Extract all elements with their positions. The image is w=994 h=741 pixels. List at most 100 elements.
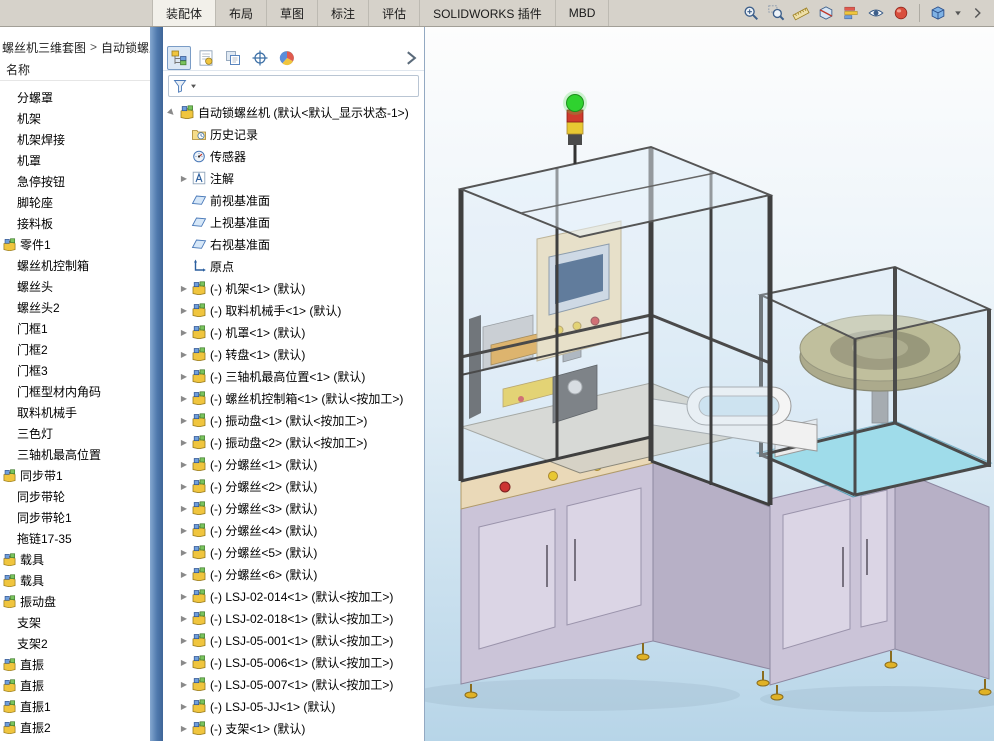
tree-item[interactable]: ▶ (-) 支架<1> (默认) bbox=[163, 717, 424, 739]
name-column-header[interactable]: 名称 bbox=[0, 59, 150, 81]
component-list-item[interactable]: 直振 bbox=[0, 675, 150, 696]
filter-bar[interactable] bbox=[168, 75, 419, 97]
tree-item[interactable]: ▶ (-) 振动盘<2> (默认<按加工>) bbox=[163, 431, 424, 453]
tree-item[interactable]: ▶ (-) 分螺丝<5> (默认) bbox=[163, 541, 424, 563]
component-list-item[interactable]: 支架2 bbox=[0, 633, 150, 654]
component-list-item[interactable]: 机架 bbox=[0, 108, 150, 129]
hide-show-icon[interactable] bbox=[865, 2, 887, 24]
measure-icon[interactable] bbox=[790, 2, 812, 24]
tree-item[interactable]: ▶ (-) 转盘<1> (默认) bbox=[163, 343, 424, 365]
component-list-item[interactable]: 门框型材内角码 bbox=[0, 381, 150, 402]
display-style-icon[interactable] bbox=[927, 2, 949, 24]
component-list-item[interactable]: 门框1 bbox=[0, 318, 150, 339]
component-list-item[interactable]: 机架焊接 bbox=[0, 129, 150, 150]
expand-arrow-icon[interactable]: ▶ bbox=[178, 370, 190, 382]
ribbon-tab[interactable]: SOLIDWORKS 插件 bbox=[420, 0, 556, 26]
filter-dropdown-caret-icon[interactable] bbox=[189, 79, 198, 93]
expand-arrow-icon[interactable]: ▶ bbox=[178, 524, 190, 536]
dimxpert-tab-icon[interactable] bbox=[248, 46, 272, 70]
displaymanager-tab-icon[interactable] bbox=[275, 46, 299, 70]
assembly-visualization-icon[interactable] bbox=[840, 2, 862, 24]
expand-arrow-icon[interactable]: ▶ bbox=[178, 436, 190, 448]
expand-arrow-icon[interactable]: ▶ bbox=[178, 392, 190, 404]
expand-arrow-icon[interactable]: ▶ bbox=[178, 348, 190, 360]
expand-arrow-icon[interactable]: ▶ bbox=[178, 590, 190, 602]
component-list-item[interactable]: 零件1 bbox=[0, 234, 150, 255]
propertymanager-tab-icon[interactable] bbox=[194, 46, 218, 70]
tree-root-item[interactable]: ▶ 自动锁螺丝机 (默认<默认_显示状态-1>) bbox=[163, 101, 424, 123]
component-list-item[interactable]: 直振1 bbox=[0, 696, 150, 717]
expand-arrow-icon[interactable]: ▶ bbox=[178, 634, 190, 646]
expand-arrow-icon[interactable]: ▶ bbox=[178, 304, 190, 316]
ribbon-tab[interactable]: 装配体 bbox=[152, 0, 217, 26]
component-list-item[interactable]: 拖链17-35 bbox=[0, 528, 150, 549]
tree-item[interactable]: ▶ (-) LSJ-05-001<1> (默认<按加工>) bbox=[163, 629, 424, 651]
tree-item[interactable]: 上视基准面 bbox=[163, 211, 424, 233]
component-list-item[interactable]: 螺丝头2 bbox=[0, 297, 150, 318]
tree-item[interactable]: ▶ (-) 振动盘<1> (默认<按加工>) bbox=[163, 409, 424, 431]
expand-arrow-icon[interactable]: ▶ bbox=[178, 656, 190, 668]
model-3d-view[interactable] bbox=[425, 27, 994, 741]
component-list-item[interactable]: 支架 bbox=[0, 612, 150, 633]
expand-arrow-icon[interactable]: ▶ bbox=[178, 568, 190, 580]
tree-item[interactable]: 右视基准面 bbox=[163, 233, 424, 255]
component-list-item[interactable]: 急停按钮 bbox=[0, 171, 150, 192]
expand-arrow-icon[interactable]: ▶ bbox=[178, 480, 190, 492]
component-list-item[interactable]: 螺丝机控制箱 bbox=[0, 255, 150, 276]
ribbon-tab[interactable]: MBD bbox=[556, 0, 610, 26]
tree-item[interactable]: ▶ (-) LSJ-05-007<1> (默认<按加工>) bbox=[163, 673, 424, 695]
expand-arrow-icon[interactable]: ▶ bbox=[178, 282, 190, 294]
component-list-item[interactable]: 脚轮座 bbox=[0, 192, 150, 213]
tree-item[interactable]: ▶ (-) 取料机械手<1> (默认) bbox=[163, 299, 424, 321]
expand-arrow-icon[interactable]: ▶ bbox=[178, 326, 190, 338]
component-list-item[interactable]: 振动盘 bbox=[0, 591, 150, 612]
component-list-item[interactable]: 三轴机最高位置 bbox=[0, 444, 150, 465]
component-list-item[interactable]: 直振 bbox=[0, 654, 150, 675]
tree-item[interactable]: 原点 bbox=[163, 255, 424, 277]
expand-arrow-icon[interactable]: ▶ bbox=[178, 458, 190, 470]
appearance-icon[interactable] bbox=[890, 2, 912, 24]
viewport-3d[interactable] bbox=[425, 27, 994, 741]
tree-item[interactable]: ▶ (-) 三轴机最高位置<1> (默认) bbox=[163, 365, 424, 387]
tree-item[interactable]: ▶ (-) 螺丝机控制箱<1> (默认<按加工>) bbox=[163, 387, 424, 409]
zoom-to-area-icon[interactable] bbox=[765, 2, 787, 24]
ribbon-tab[interactable]: 标注 bbox=[318, 0, 370, 26]
configurationmanager-tab-icon[interactable] bbox=[221, 46, 245, 70]
breadcrumb-item[interactable]: 自动锁螺丝机 bbox=[101, 39, 150, 56]
component-list-item[interactable]: 三色灯 bbox=[0, 423, 150, 444]
expand-arrow-icon[interactable]: ▶ bbox=[178, 612, 190, 624]
tree-item[interactable]: ▶ (-) 分螺丝<2> (默认) bbox=[163, 475, 424, 497]
tree-item[interactable]: ▶ (-) LSJ-05-JJ<1> (默认) bbox=[163, 695, 424, 717]
component-list-item[interactable]: 接料板 bbox=[0, 213, 150, 234]
breadcrumb-item[interactable]: 螺丝机三维套图 bbox=[2, 39, 86, 56]
filter-input[interactable] bbox=[198, 76, 415, 96]
expand-arrow-icon[interactable]: ▶ bbox=[178, 546, 190, 558]
component-list-item[interactable]: 门框3 bbox=[0, 360, 150, 381]
section-view-icon[interactable] bbox=[815, 2, 837, 24]
featuremanager-tab-icon[interactable] bbox=[167, 45, 191, 70]
tree-item[interactable]: 传感器 bbox=[163, 145, 424, 167]
ribbon-tab[interactable]: 评估 bbox=[369, 0, 421, 26]
expand-arrow-icon[interactable]: ▶ bbox=[178, 172, 190, 184]
tree-item[interactable]: ▶ (-) 分螺丝<3> (默认) bbox=[163, 497, 424, 519]
component-list-item[interactable]: 同步带轮 bbox=[0, 486, 150, 507]
tree-item[interactable]: ▶ (-) 分螺丝<6> (默认) bbox=[163, 563, 424, 585]
tree-item[interactable]: ▶ (-) 机架<1> (默认) bbox=[163, 277, 424, 299]
component-list-item[interactable]: 载具 bbox=[0, 570, 150, 591]
component-list-item[interactable]: 载具 bbox=[0, 549, 150, 570]
expand-arrow-icon[interactable]: ▶ bbox=[178, 700, 190, 712]
component-list-item[interactable]: 分螺罩 bbox=[0, 87, 150, 108]
tree-item[interactable]: ▶ (-) 机罩<1> (默认) bbox=[163, 321, 424, 343]
filter-funnel-icon[interactable] bbox=[172, 78, 188, 94]
tree-item[interactable]: ▶ (-) LSJ-05-006<1> (默认<按加工>) bbox=[163, 651, 424, 673]
panel-splitter[interactable] bbox=[150, 27, 163, 741]
expand-arrow-icon[interactable]: ▶ bbox=[178, 502, 190, 514]
component-list-item[interactable]: 同步带1 bbox=[0, 465, 150, 486]
expand-arrow-icon[interactable]: ▶ bbox=[178, 678, 190, 690]
tree-item[interactable]: ▶ (-) 分螺丝<4> (默认) bbox=[163, 519, 424, 541]
tree-item[interactable]: ▶ (-) 分螺丝<1> (默认) bbox=[163, 453, 424, 475]
expand-arrow-icon[interactable]: ▶ bbox=[178, 722, 190, 734]
ribbon-tab[interactable]: 布局 bbox=[216, 0, 268, 26]
tree-item[interactable]: ▶ (-) LSJ-02-014<1> (默认<按加工>) bbox=[163, 585, 424, 607]
ribbon-tab[interactable]: 草图 bbox=[267, 0, 319, 26]
